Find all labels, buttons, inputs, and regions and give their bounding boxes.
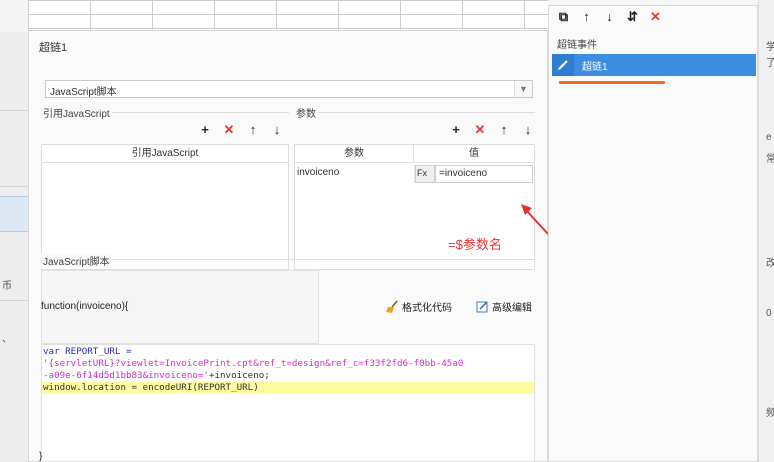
code-string: -a09e-6f14d5d1bb83&invoiceno=': [43, 370, 209, 381]
code-editor[interactable]: var REPORT_URL = '{servletURL}?viewlet=I…: [41, 344, 535, 462]
code-line: -a09e-6f14d5d1bb83&invoiceno='+invoiceno…: [42, 370, 534, 382]
ref-js-column-header: 引用JavaScript: [42, 145, 288, 163]
sort-icon[interactable]: ⇵: [626, 10, 639, 24]
list-item-hyperlink-1[interactable]: 超链1: [552, 54, 756, 76]
code-line-highlighted: window.location = encodeURI(REPORT_URL): [42, 382, 534, 394]
param-value-input[interactable]: =invoiceno: [435, 165, 533, 183]
divider: [0, 110, 28, 111]
spreadsheet-left-pane: [0, 32, 28, 462]
move-down-icon[interactable]: ↓: [603, 10, 616, 24]
code-text: +invoiceno;: [208, 370, 270, 381]
code-text: window.location = encodeURI(REPORT_URL): [43, 382, 259, 393]
background-text: 、: [2, 334, 12, 345]
divider: [0, 300, 28, 301]
ref-js-section-label: 引用JavaScript: [41, 105, 112, 120]
link-type-value: JavaScript脚本: [50, 87, 117, 98]
link-type-select[interactable]: JavaScript脚本 ▼: [45, 80, 533, 98]
format-code-button[interactable]: 格式化代码: [385, 299, 452, 314]
code-keyword: var: [43, 346, 60, 357]
section-divider: [41, 259, 535, 260]
param-column-name: 参数: [295, 145, 415, 162]
annotation-underline: [559, 81, 665, 84]
closing-brace: }: [39, 451, 43, 462]
move-up-icon[interactable]: ↑: [580, 10, 593, 24]
table-row[interactable]: invoiceno Fx =invoiceno: [295, 165, 534, 183]
delete-icon[interactable]: ✕: [223, 123, 235, 137]
divider: [0, 186, 28, 187]
chevron-down-icon[interactable]: ▼: [514, 81, 532, 97]
background-text: 0: [766, 308, 772, 319]
dialog-title: 超链1: [39, 42, 68, 54]
move-up-icon[interactable]: ↑: [247, 123, 259, 137]
param-toolbar: + ✕ ↑ ↓: [450, 123, 534, 137]
background-text: 改: [766, 258, 774, 269]
code-line: '{servletURL}?viewlet=InvoicePrint.cpt&r…: [42, 358, 534, 370]
add-icon[interactable]: +: [450, 123, 462, 137]
background-text: 学: [766, 42, 774, 53]
code-string: '{servletURL}?viewlet=InvoicePrint.cpt&r…: [43, 358, 464, 369]
spreadsheet-right-pane: [758, 0, 774, 462]
param-table-header: 参数 值: [295, 145, 534, 163]
annotation-text: =$参数名: [448, 237, 502, 252]
hyperlink-event-panel: ⧉ ↑ ↓ ⇵ ✕ 超链事件 超链1: [548, 5, 758, 462]
hyperlink-dialog: 超链1 JavaScript脚本 ▼ 引用JavaScript + ✕ ↑ ↓ …: [28, 30, 549, 462]
advanced-edit-button[interactable]: 高级编辑: [476, 299, 532, 314]
move-down-icon[interactable]: ↓: [271, 123, 283, 137]
spreadsheet-grid: [28, 0, 548, 32]
advanced-edit-label: 高级编辑: [492, 303, 532, 314]
add-icon[interactable]: +: [199, 123, 211, 137]
pencil-icon: [552, 54, 574, 76]
delete-icon[interactable]: ✕: [649, 10, 662, 24]
param-name-cell[interactable]: invoiceno: [295, 165, 415, 183]
move-up-icon[interactable]: ↑: [498, 123, 510, 137]
function-signature: function(invoiceno){: [41, 301, 129, 312]
section-divider: [294, 112, 535, 113]
event-list-header: 超链事件: [557, 40, 597, 51]
code-line: var REPORT_URL =: [42, 346, 534, 358]
param-column-value: 值: [469, 148, 479, 159]
js-script-section-label: JavaScript脚本: [41, 253, 112, 268]
code-text: REPORT_URL =: [59, 346, 132, 357]
background-text: 币: [2, 281, 12, 292]
event-toolbar: ⧉ ↑ ↓ ⇵ ✕: [557, 10, 662, 24]
ref-js-table[interactable]: 引用JavaScript: [41, 144, 289, 270]
ref-js-toolbar: + ✕ ↑ ↓: [199, 123, 283, 137]
formula-type-button[interactable]: Fx: [415, 165, 435, 183]
background-text: 常: [766, 154, 774, 165]
list-item-label: 超链1: [582, 61, 608, 73]
move-down-icon[interactable]: ↓: [522, 123, 534, 137]
broom-icon: [386, 299, 398, 313]
edit-icon: [476, 301, 488, 313]
delete-icon[interactable]: ✕: [474, 123, 486, 137]
background-text: 了: [766, 58, 774, 69]
background-text: 频: [766, 408, 774, 419]
param-section-label: 参数: [294, 105, 318, 120]
spreadsheet-selected-row: [0, 196, 28, 232]
copy-icon[interactable]: ⧉: [557, 10, 570, 24]
background-text: e: [766, 132, 772, 143]
annotation-arrow-icon: [521, 204, 549, 235]
format-code-label: 格式化代码: [402, 303, 452, 314]
